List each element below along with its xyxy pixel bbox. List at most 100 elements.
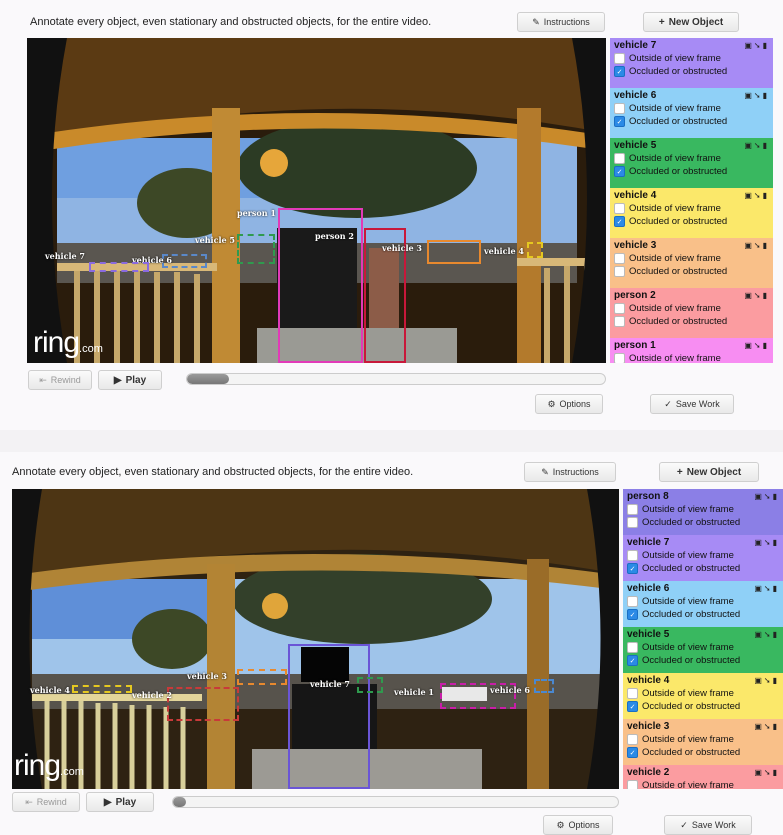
bbox-vehicle-7[interactable]: [288, 644, 370, 789]
trash-icon[interactable]: ▮: [763, 291, 769, 300]
outside-view-checkbox[interactable]: [627, 642, 638, 653]
trash-icon[interactable]: ▮: [763, 341, 769, 350]
options-button[interactable]: ⚙ Options: [543, 815, 613, 835]
cursor-icon[interactable]: ➘: [754, 341, 763, 350]
timeline-slider[interactable]: [186, 373, 606, 385]
timeline-progress[interactable]: [187, 374, 229, 384]
outside-view-checkbox[interactable]: [627, 550, 638, 561]
outside-view-checkbox[interactable]: [614, 353, 625, 363]
object-card[interactable]: vehicle 6 ▣➘▮ Outside of view frame ✓ Occlud…: [623, 581, 783, 627]
bbox-vehicle-2[interactable]: [167, 687, 239, 721]
occluded-checkbox[interactable]: [614, 316, 625, 327]
new-object-button[interactable]: + New Object: [643, 12, 739, 32]
object-actions[interactable]: ▣➘▮: [744, 141, 769, 150]
bbox-vehicle-5[interactable]: [357, 677, 383, 693]
cursor-icon[interactable]: ➘: [754, 241, 763, 250]
object-actions[interactable]: ▣➘▮: [744, 341, 769, 350]
camera-icon[interactable]: ▣: [744, 41, 754, 50]
outside-view-checkbox[interactable]: [614, 153, 625, 164]
object-actions[interactable]: ▣➘▮: [744, 41, 769, 50]
camera-icon[interactable]: ▣: [744, 191, 754, 200]
outside-view-checkbox[interactable]: [614, 53, 625, 64]
object-actions[interactable]: ▣➘▮: [754, 584, 779, 593]
trash-icon[interactable]: ▮: [773, 584, 779, 593]
outside-view-checkbox[interactable]: [614, 103, 625, 114]
object-card[interactable]: vehicle 3 ▣➘▮ Outside of view frame Occlude…: [610, 238, 773, 288]
cursor-icon[interactable]: ➘: [754, 141, 763, 150]
rewind-button[interactable]: ⇤ Rewind: [28, 370, 92, 390]
object-card[interactable]: vehicle 5 ▣➘▮ Outside of view frame ✓ Occlud…: [623, 627, 783, 673]
camera-icon[interactable]: ▣: [754, 492, 764, 501]
trash-icon[interactable]: ▮: [763, 191, 769, 200]
object-card[interactable]: vehicle 7 ▣➘▮ Outside of view frame ✓ Occlud…: [623, 535, 783, 581]
trash-icon[interactable]: ▮: [763, 91, 769, 100]
cursor-icon[interactable]: ➘: [764, 722, 773, 731]
cursor-icon[interactable]: ➘: [764, 768, 773, 777]
trash-icon[interactable]: ▮: [773, 492, 779, 501]
camera-icon[interactable]: ▣: [744, 241, 754, 250]
object-card[interactable]: vehicle 3 ▣➘▮ Outside of view frame ✓ Occlud…: [623, 719, 783, 765]
instructions-button[interactable]: ✎ Instructions: [524, 462, 616, 482]
trash-icon[interactable]: ▮: [763, 41, 769, 50]
trash-icon[interactable]: ▮: [763, 141, 769, 150]
trash-icon[interactable]: ▮: [773, 538, 779, 547]
bbox-vehicle-4[interactable]: [527, 242, 543, 258]
occluded-checkbox[interactable]: ✓: [627, 655, 638, 666]
cursor-icon[interactable]: ➘: [764, 584, 773, 593]
play-button[interactable]: ▶ Play: [86, 792, 154, 812]
object-list[interactable]: person 8 ▣➘▮ Outside of view frame Occluded…: [623, 489, 783, 789]
cursor-icon[interactable]: ➘: [764, 492, 773, 501]
object-actions[interactable]: ▣➘▮: [744, 91, 769, 100]
object-actions[interactable]: ▣➘▮: [744, 241, 769, 250]
object-actions[interactable]: ▣➘▮: [744, 291, 769, 300]
new-object-button[interactable]: + New Object: [659, 462, 759, 482]
object-card[interactable]: vehicle 5 ▣➘▮ Outside of view frame ✓ Occlud…: [610, 138, 773, 188]
outside-view-checkbox[interactable]: [627, 780, 638, 789]
object-actions[interactable]: ▣➘▮: [754, 722, 779, 731]
cursor-icon[interactable]: ➘: [764, 630, 773, 639]
cursor-icon[interactable]: ➘: [754, 291, 763, 300]
camera-icon[interactable]: ▣: [744, 291, 754, 300]
object-actions[interactable]: ▣➘▮: [754, 538, 779, 547]
trash-icon[interactable]: ▮: [773, 630, 779, 639]
occluded-checkbox[interactable]: [614, 266, 625, 277]
occluded-checkbox[interactable]: ✓: [627, 701, 638, 712]
bbox-vehicle-7[interactable]: [89, 262, 149, 272]
options-button[interactable]: ⚙ Options: [535, 394, 603, 414]
trash-icon[interactable]: ▮: [763, 241, 769, 250]
trash-icon[interactable]: ▮: [773, 722, 779, 731]
object-card[interactable]: person 2 ▣➘▮ Outside of view frame Occluded…: [610, 288, 773, 338]
occluded-checkbox[interactable]: [627, 517, 638, 528]
bbox-vehicle-5[interactable]: [237, 234, 275, 264]
camera-icon[interactable]: ▣: [754, 722, 764, 731]
save-work-button[interactable]: ✓ Save Work: [664, 815, 752, 835]
rewind-button[interactable]: ⇤ Rewind: [12, 792, 80, 812]
bbox-vehicle-3[interactable]: [427, 240, 481, 264]
object-list[interactable]: vehicle 7 ▣➘▮ Outside of view frame ✓ Occlud…: [610, 38, 773, 363]
occluded-checkbox[interactable]: ✓: [614, 166, 625, 177]
occluded-checkbox[interactable]: ✓: [627, 563, 638, 574]
trash-icon[interactable]: ▮: [773, 768, 779, 777]
occluded-checkbox[interactable]: ✓: [614, 216, 625, 227]
object-card[interactable]: person 8 ▣➘▮ Outside of view frame Occluded…: [623, 489, 783, 535]
bbox-vehicle-6[interactable]: [534, 679, 554, 693]
object-actions[interactable]: ▣➘▮: [754, 630, 779, 639]
camera-icon[interactable]: ▣: [754, 676, 764, 685]
object-actions[interactable]: ▣➘▮: [744, 191, 769, 200]
outside-view-checkbox[interactable]: [614, 253, 625, 264]
camera-icon[interactable]: ▣: [744, 91, 754, 100]
cursor-icon[interactable]: ➘: [754, 191, 763, 200]
timeline-slider[interactable]: [172, 796, 619, 808]
object-card[interactable]: person 1▣➘▮Outside of view frameOccluded…: [610, 338, 773, 363]
timeline-progress[interactable]: [173, 797, 187, 807]
video-frame[interactable]: vehicle 7 vehicle 1 vehicle 6 vehicle 2 …: [12, 489, 619, 789]
instructions-button[interactable]: ✎ Instructions: [517, 12, 605, 32]
object-card[interactable]: vehicle 2▣➘▮Outside of view frameOcclude…: [623, 765, 783, 789]
bbox-vehicle-3[interactable]: [237, 669, 287, 685]
outside-view-checkbox[interactable]: [614, 203, 625, 214]
occluded-checkbox[interactable]: ✓: [627, 747, 638, 758]
outside-view-checkbox[interactable]: [627, 596, 638, 607]
object-actions[interactable]: ▣➘▮: [754, 676, 779, 685]
cursor-icon[interactable]: ➘: [754, 91, 763, 100]
camera-icon[interactable]: ▣: [754, 630, 764, 639]
